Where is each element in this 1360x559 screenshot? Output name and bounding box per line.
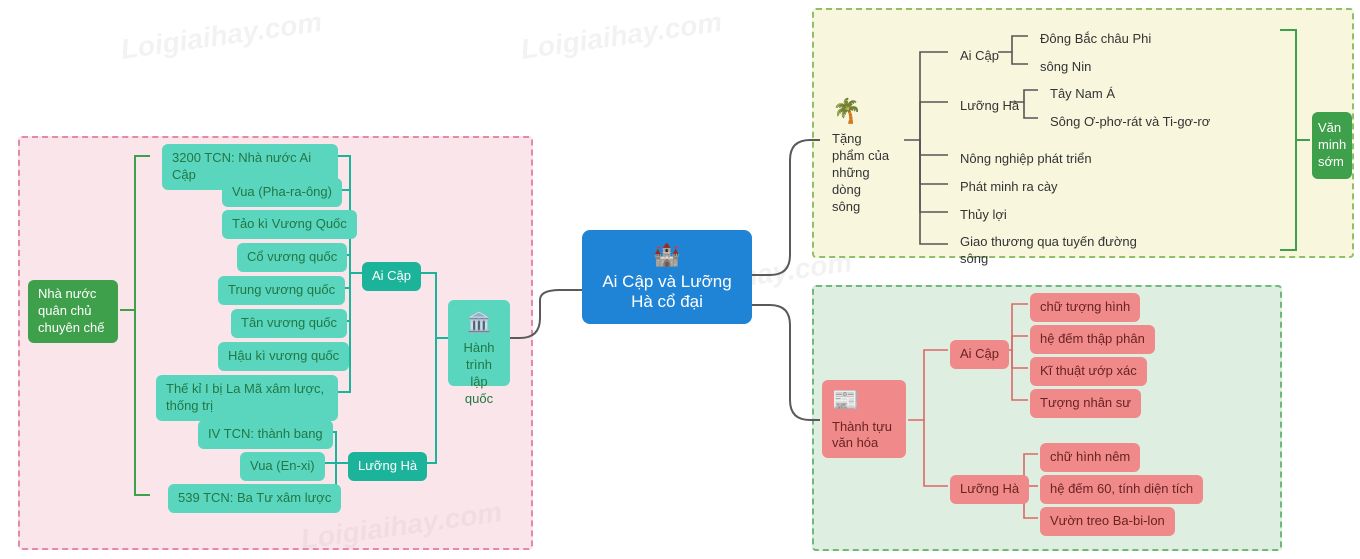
left-aicap-item: Trung vương quốc [218,276,345,305]
br-luongha: Lưỡng Hà [950,475,1029,504]
br-aicap-item: chữ tượng hình [1030,293,1140,322]
left-luongha-label: Lưỡng Hà [358,458,417,473]
br-luongha-item: Vườn treo Ba-bi-lon [1040,507,1175,536]
tr-side-label-text: Văn minh sớm [1318,120,1346,169]
left-side-label: Nhà nước quân chủ chuyên chế [28,280,118,343]
left-aicap-item: Hậu kì vương quốc [218,342,349,371]
tr-aicap: Ai Cập [950,42,1009,71]
branch-culture-label: Thành tựu văn hóa [832,419,892,451]
left-aicap-item: Cổ vương quốc [237,243,347,272]
castle-icon: 🏰 [598,242,736,268]
left-luongha-item: Vua (En-xi) [240,452,325,481]
left-aicap-item: Vua (Pha-ra-ông) [222,178,342,207]
branch-journey-label: Hành trình lập quốc [463,340,494,406]
tr-aicap-item: sông Nin [1030,53,1101,82]
tr-extra-item: Nông nghiệp phát triển [950,145,1102,174]
palm-icon: 🌴 [832,96,892,127]
tr-aicap-item: Đông Bắc châu Phi [1030,25,1161,54]
left-aicap-item: Tảo kì Vương Quốc [222,210,357,239]
tr-extra-item: Giao thương qua tuyến đường sông [950,228,1150,274]
br-aicap-item: hệ đếm thập phân [1030,325,1155,354]
tr-extra-item: Thủy lợi [950,201,1017,230]
left-aicap: Ai Cập [362,262,421,291]
tr-luongha-item: Tây Nam Á [1040,80,1125,109]
news-icon: 📰 [832,386,896,415]
branch-culture: 📰 Thành tựu văn hóa [822,380,906,458]
left-aicap-item: Thế kỉ I bị La Mã xâm lược, thống trị [156,375,338,421]
branch-rivers: 🌴 Tặng phẩm của những dòng sông [822,90,902,222]
tr-side-label: Văn minh sớm [1312,112,1352,179]
left-luongha: Lưỡng Hà [348,452,427,481]
br-aicap-item: Kĩ thuật ướp xác [1030,357,1147,386]
br-luongha-item: hệ đếm 60, tính diện tích [1040,475,1203,504]
left-aicap-label: Ai Cập [372,268,411,283]
br-aicap: Ai Cập [950,340,1009,369]
br-aicap-item: Tượng nhân sư [1030,389,1141,418]
left-luongha-item: IV TCN: thành bang [198,420,333,449]
left-side-label-text: Nhà nước quân chủ chuyên chế [38,286,105,335]
center-title: Ai Cập và Lưỡng Hà cổ đại [602,272,731,311]
left-luongha-item: 539 TCN: Ba Tư xâm lược [168,484,341,513]
br-luongha-item: chữ hình nêm [1040,443,1140,472]
watermark: Loigiaihay.com [119,6,324,66]
branch-rivers-label: Tặng phẩm của những dòng sông [832,131,889,214]
left-aicap-item: Tân vương quốc [231,309,347,338]
tr-luongha-item: Sông Ơ-phơ-rát và Ti-gơ-rơ [1040,108,1220,137]
tr-extra-item: Phát minh ra cày [950,173,1068,202]
watermark: Loigiaihay.com [519,6,724,66]
branch-journey: 🏛️ Hành trình lập quốc [448,300,510,386]
center-topic: 🏰 Ai Cập và Lưỡng Hà cổ đại [582,230,752,324]
temple-icon: 🏛️ [458,310,500,336]
tr-luongha: Lưỡng Hà [950,92,1029,121]
